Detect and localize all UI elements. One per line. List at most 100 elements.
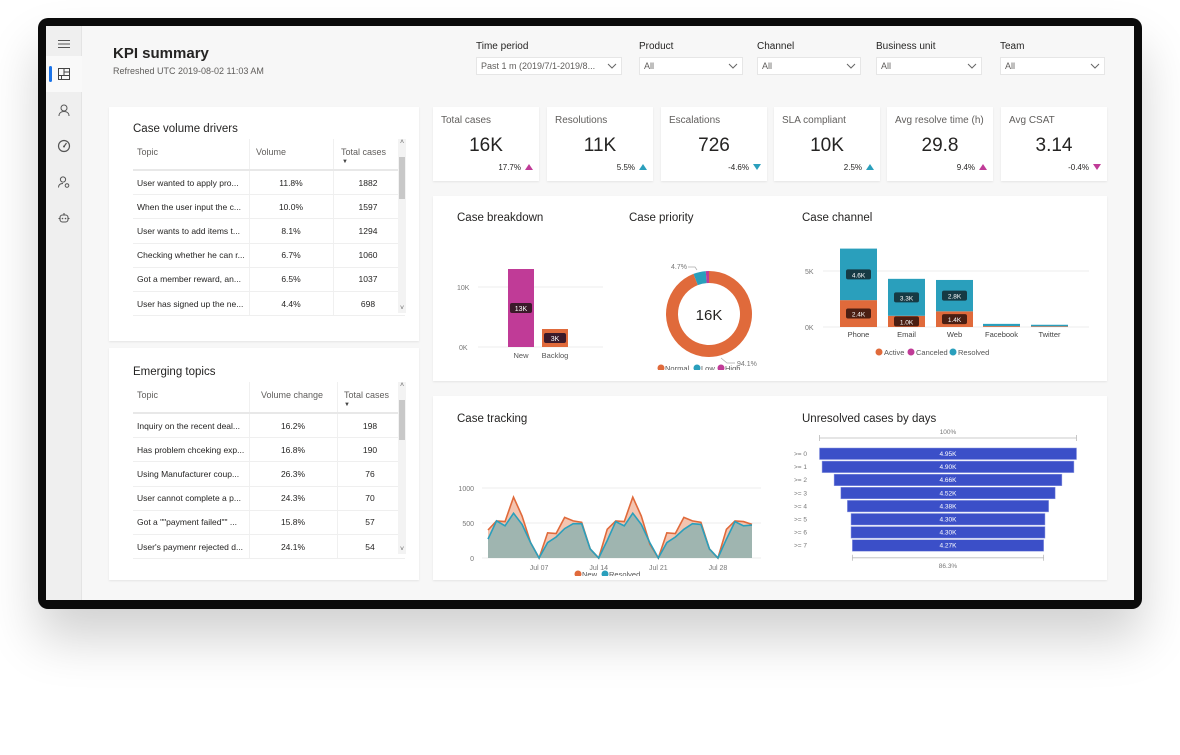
kpi-label: Avg resolve time (h)	[895, 115, 984, 126]
cell-volume: 24.1%	[280, 541, 306, 552]
sidebar-item-user-settings[interactable]	[46, 164, 82, 200]
case-breakdown-chart: 0K 10K 13K New 3K Backlog	[457, 269, 603, 360]
kpi-label: Escalations	[669, 115, 721, 126]
kpi-card[interactable]: Avg CSAT 3.14 -0.4%	[1001, 107, 1107, 181]
kpi-card[interactable]: Avg resolve time (h) 29.8 9.4%	[887, 107, 993, 181]
table-row[interactable]: Using Manufacturer coup... 26.3% 76	[133, 462, 405, 487]
cell-volume: 4.4%	[281, 298, 301, 309]
chevron-down-icon	[967, 63, 977, 69]
table-row[interactable]: When the user input the c... 10.0% 1597	[133, 195, 405, 220]
data-label: 1.0K	[900, 319, 914, 326]
scroll-up-icon[interactable]: ˄	[398, 139, 406, 147]
table-row[interactable]: Checking whether he can r... 6.7% 1060	[133, 243, 405, 268]
cell-topic: Got a ""payment failed"" ...	[137, 517, 237, 528]
unresolved-cases-title: Unresolved cases by days	[802, 413, 937, 425]
cell-total-cases: 698	[360, 298, 376, 309]
legend-marker	[875, 348, 883, 356]
legend-label: Resolved	[958, 348, 989, 357]
cell-volume: 6.5%	[281, 274, 301, 285]
kpi-card[interactable]: Resolutions 11K 5.5%	[547, 107, 653, 181]
funnel-category-label: >= 5	[794, 517, 807, 524]
table-header: Topic Volume Total cases ▼	[133, 139, 405, 171]
funnel-category-label: >= 4	[794, 503, 807, 510]
column-divider	[337, 438, 338, 462]
table-row[interactable]: User cannot complete a p... 24.3% 70	[133, 486, 405, 511]
dropdown-value: Past 1 m (2019/7/1-2019/8...	[481, 61, 596, 71]
legend-marker	[907, 348, 915, 356]
cell-topic: User wants to add items t...	[137, 225, 240, 236]
legend-label: Canceled	[916, 348, 948, 357]
kpi-label: Resolutions	[555, 115, 608, 126]
column-header-topic[interactable]: Topic	[137, 390, 158, 400]
x-tick-label: New	[513, 351, 529, 360]
leader-line	[688, 266, 698, 271]
scrollbar-thumb[interactable]	[399, 157, 405, 199]
kpi-change: 5.5%	[616, 163, 635, 172]
emerging-topics-card: Emerging topics Topic Volume change Tota…	[109, 348, 419, 580]
trend-up-icon	[639, 164, 647, 170]
table-row[interactable]: Has problem chceking exp... 16.8% 190	[133, 438, 405, 463]
cell-topic: User's paymenr rejected d...	[137, 541, 244, 552]
kpi-label: SLA compliant	[782, 115, 846, 126]
column-header-volume[interactable]: Volume	[256, 147, 286, 157]
table-row[interactable]: User wanted to apply pro... 11.8% 1882	[133, 171, 405, 196]
emerging-topics-table: Topic Volume change Total cases ▼ Inquir…	[133, 382, 405, 560]
column-header-volume-change[interactable]: Volume change	[261, 390, 323, 400]
column-header-total-cases[interactable]: Total cases	[341, 147, 386, 157]
funnel-category-label: >= 6	[794, 530, 807, 537]
kpi-card[interactable]: Escalations 726 -4.6%	[661, 107, 767, 181]
legend-marker	[657, 364, 665, 370]
funnel-data-label: 4.66K	[940, 477, 958, 484]
y-tick-label: 0K	[459, 345, 468, 352]
card-title: Emerging topics	[133, 366, 216, 378]
legend-label: Active	[884, 348, 904, 357]
channel-dropdown[interactable]: All	[757, 57, 861, 75]
table-scrollbar[interactable]: ˄ ˅	[398, 139, 406, 313]
kpi-card[interactable]: SLA compliant 10K 2.5%	[774, 107, 880, 181]
column-divider	[333, 139, 334, 169]
sidebar-item-performance[interactable]	[46, 128, 82, 164]
x-tick-label: Email	[897, 330, 916, 339]
legend-marker	[949, 348, 957, 356]
kpi-card[interactable]: Total cases 16K 17.7%	[433, 107, 539, 181]
chevron-down-icon	[846, 63, 856, 69]
scroll-down-icon[interactable]: ˅	[398, 305, 406, 313]
scrollbar-thumb[interactable]	[399, 400, 405, 440]
column-divider	[337, 382, 338, 412]
table-row[interactable]: Inquiry on the recent deal... 16.2% 198	[133, 414, 405, 439]
table-row[interactable]: User's paymenr rejected d... 24.1% 54	[133, 534, 405, 560]
sidebar-item-bots[interactable]	[46, 200, 82, 236]
table-scrollbar[interactable]: ˄ ˅	[398, 382, 406, 554]
bar-segment-resolved	[983, 323, 1020, 327]
cell-volume: 26.3%	[280, 468, 306, 479]
sidebar-item-dashboard[interactable]	[46, 56, 82, 92]
kpi-value: 726	[698, 135, 730, 156]
case-trends-card: Case tracking Unresolved cases by days 0…	[433, 396, 1107, 580]
dashboard-icon	[58, 68, 70, 80]
data-label: 4.7%	[671, 264, 687, 271]
table-row[interactable]: User has signed up the ne... 4.4% 698	[133, 291, 405, 317]
column-divider	[333, 291, 334, 316]
column-header-total-cases[interactable]: Total cases	[344, 390, 389, 400]
time-period-dropdown[interactable]: Past 1 m (2019/7/1-2019/8...	[476, 57, 622, 75]
product-dropdown[interactable]: All	[639, 57, 743, 75]
x-tick-label: Web	[947, 330, 962, 339]
funnel-data-label: 4.90K	[940, 464, 958, 471]
column-divider	[337, 486, 338, 510]
legend-label: High	[725, 364, 740, 370]
table-row[interactable]: Got a ""payment failed"" ... 15.8% 57	[133, 510, 405, 535]
team-dropdown[interactable]: All	[1000, 57, 1105, 75]
case-volume-drivers-table: Topic Volume Total cases ▼ User wanted t…	[133, 139, 405, 317]
scroll-down-icon[interactable]: ˅	[398, 546, 406, 554]
column-header-topic[interactable]: Topic	[137, 147, 158, 157]
table-row[interactable]: User wants to add items t... 8.1% 1294	[133, 219, 405, 244]
scroll-up-icon[interactable]: ˄	[398, 382, 406, 390]
y-tick-label: 0	[470, 556, 474, 563]
trend-up-icon	[525, 164, 533, 170]
x-tick-label: Jul 21	[649, 565, 668, 572]
cell-total-cases: 198	[362, 420, 378, 431]
sidebar-item-agents[interactable]	[46, 92, 82, 128]
business-unit-dropdown[interactable]: All	[876, 57, 982, 75]
data-label: 4.6K	[852, 272, 866, 279]
table-row[interactable]: Got a member reward, an... 6.5% 1037	[133, 267, 405, 292]
